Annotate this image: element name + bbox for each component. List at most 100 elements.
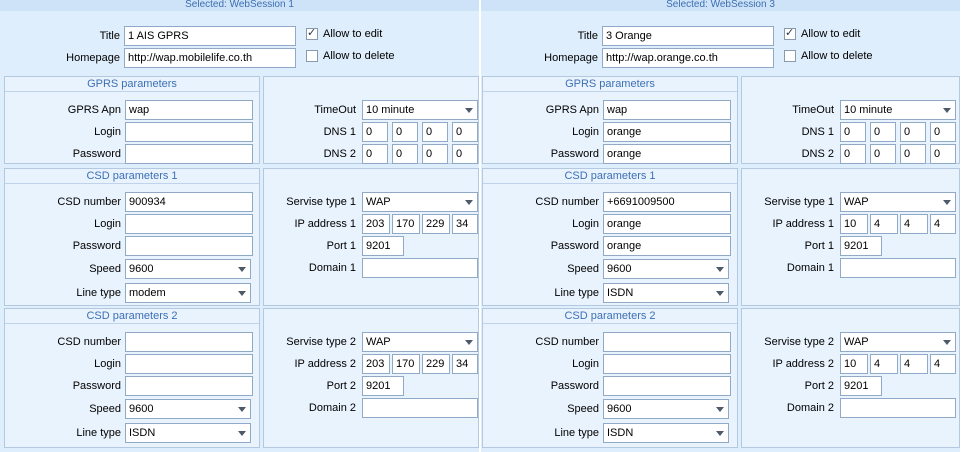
allow-delete-checkbox[interactable] xyxy=(306,50,318,62)
gprs-apn-input[interactable]: wap xyxy=(125,100,253,120)
service-type-select[interactable]: WAP xyxy=(840,332,956,352)
port-label: Port 1 xyxy=(326,240,356,252)
csd-password-input[interactable] xyxy=(125,236,253,256)
service-type-label: Servise type 2 xyxy=(764,336,834,348)
csd-login-input[interactable] xyxy=(125,354,253,374)
dns2-octet-4[interactable]: 0 xyxy=(452,144,478,164)
gprs-apn-input[interactable]: wap xyxy=(603,100,731,120)
domain-input[interactable] xyxy=(840,398,956,418)
chevron-down-icon xyxy=(943,108,951,113)
title-input[interactable]: 3 Orange xyxy=(602,26,774,46)
dns2-octet-1[interactable]: 0 xyxy=(840,144,866,164)
speed-select[interactable]: 9600 xyxy=(603,399,729,419)
allow-edit-label: Allow to edit xyxy=(801,28,861,40)
line-type-select[interactable]: ISDN xyxy=(603,423,729,443)
ip-octet-1[interactable]: 10 xyxy=(840,214,868,234)
service-type-select[interactable]: WAP xyxy=(362,332,478,352)
dns2-octet-3[interactable]: 0 xyxy=(900,144,926,164)
ip-octet-1[interactable]: 203 xyxy=(362,354,390,374)
dns1-octet-2[interactable]: 0 xyxy=(870,122,896,142)
csd-login-input[interactable] xyxy=(603,354,731,374)
chevron-down-icon xyxy=(238,267,246,272)
port-input[interactable]: 9201 xyxy=(362,376,404,396)
ip-octet-4[interactable]: 4 xyxy=(930,214,956,234)
timeout-select[interactable]: 10 minute xyxy=(840,100,956,120)
line-type-value: ISDN xyxy=(607,427,634,439)
checkmark-icon: ✓ xyxy=(785,27,795,39)
ip-octet-2[interactable]: 4 xyxy=(870,354,898,374)
homepage-input[interactable]: http://wap.mobilelife.co.th xyxy=(124,48,296,68)
gprs-password-input[interactable] xyxy=(125,144,253,164)
gprs-login-input[interactable]: orange xyxy=(603,122,731,142)
gprs-apn-label: GPRS Apn xyxy=(545,104,599,116)
dns2-octet-2[interactable]: 0 xyxy=(392,144,418,164)
ip-octet-4[interactable]: 34 xyxy=(452,214,478,234)
line-type-label: Line type xyxy=(554,427,599,439)
dns1-octet-3[interactable]: 0 xyxy=(900,122,926,142)
csd-login-input[interactable]: orange xyxy=(603,214,731,234)
dns1-octet-1[interactable]: 0 xyxy=(840,122,866,142)
csd-parameters-1-panel: CSD parameters 1 CSD number 900934 Login… xyxy=(4,168,260,306)
dns2-octet-2[interactable]: 0 xyxy=(870,144,896,164)
dns2-octet-3[interactable]: 0 xyxy=(422,144,448,164)
ip-octet-2[interactable]: 170 xyxy=(392,214,420,234)
ip-octet-3[interactable]: 4 xyxy=(900,214,928,234)
csd-number-input[interactable] xyxy=(603,332,731,352)
csd-password-label: Password xyxy=(72,240,121,252)
port-input[interactable]: 9201 xyxy=(362,236,404,256)
session-header: Selected: WebSession 1 xyxy=(0,0,479,11)
speed-value: 9600 xyxy=(607,403,632,415)
speed-label: Speed xyxy=(567,263,599,275)
dns1-octet-1[interactable]: 0 xyxy=(362,122,388,142)
gprs-login-label: Login xyxy=(94,126,121,138)
title-input[interactable]: 1 AIS GPRS xyxy=(124,26,296,46)
csd-login-input[interactable] xyxy=(125,214,253,234)
service-type-select[interactable]: WAP xyxy=(362,192,478,212)
csd-number-input[interactable] xyxy=(125,332,253,352)
gprs-login-input[interactable] xyxy=(125,122,253,142)
csd-password-input[interactable]: orange xyxy=(603,236,731,256)
dns1-octet-2[interactable]: 0 xyxy=(392,122,418,142)
ip-octet-3[interactable]: 229 xyxy=(422,214,450,234)
line-type-select[interactable]: ISDN xyxy=(603,283,729,303)
allow-edit-checkbox[interactable]: ✓ xyxy=(784,27,796,40)
csd-password-input[interactable] xyxy=(603,376,731,396)
line-type-select[interactable]: ISDN xyxy=(125,423,251,443)
csd-login-label: Login xyxy=(94,358,121,370)
ip-octet-3[interactable]: 4 xyxy=(900,354,928,374)
allow-edit-checkbox[interactable]: ✓ xyxy=(306,27,318,40)
ip-octet-2[interactable]: 4 xyxy=(870,214,898,234)
allow-delete-checkbox[interactable] xyxy=(784,50,796,62)
dns1-octet-3[interactable]: 0 xyxy=(422,122,448,142)
ip-octet-2[interactable]: 170 xyxy=(392,354,420,374)
domain-input[interactable] xyxy=(840,258,956,278)
speed-select[interactable]: 9600 xyxy=(125,399,251,419)
dns2-octet-1[interactable]: 0 xyxy=(362,144,388,164)
domain-input[interactable] xyxy=(362,398,478,418)
csd-number-input[interactable]: +6691009500 xyxy=(603,192,731,212)
gprs-password-input[interactable]: orange xyxy=(603,144,731,164)
csd-number-input[interactable]: 900934 xyxy=(125,192,253,212)
allow-edit-label: Allow to edit xyxy=(323,28,383,40)
domain-label: Domain 1 xyxy=(308,262,356,274)
ip-octet-1[interactable]: 203 xyxy=(362,214,390,234)
ip-octet-4[interactable]: 34 xyxy=(452,354,478,374)
speed-select[interactable]: 9600 xyxy=(125,259,251,279)
ip-octet-1[interactable]: 10 xyxy=(840,354,868,374)
service-type-select[interactable]: WAP xyxy=(840,192,956,212)
ip-octet-4[interactable]: 4 xyxy=(930,354,956,374)
csd-2-network-panel: Servise type 2 WAP IP address 2 10 4 4 4… xyxy=(741,308,960,448)
homepage-input[interactable]: http://wap.orange.co.th xyxy=(602,48,774,68)
dns1-octet-4[interactable]: 0 xyxy=(452,122,478,142)
timeout-select[interactable]: 10 minute xyxy=(362,100,478,120)
dns1-octet-4[interactable]: 0 xyxy=(930,122,956,142)
panel-title: CSD parameters 1 xyxy=(5,169,259,184)
port-input[interactable]: 9201 xyxy=(840,236,882,256)
csd-password-input[interactable] xyxy=(125,376,253,396)
dns2-octet-4[interactable]: 0 xyxy=(930,144,956,164)
line-type-select[interactable]: modem xyxy=(125,283,251,303)
speed-select[interactable]: 9600 xyxy=(603,259,729,279)
domain-input[interactable] xyxy=(362,258,478,278)
ip-octet-3[interactable]: 229 xyxy=(422,354,450,374)
port-input[interactable]: 9201 xyxy=(840,376,882,396)
